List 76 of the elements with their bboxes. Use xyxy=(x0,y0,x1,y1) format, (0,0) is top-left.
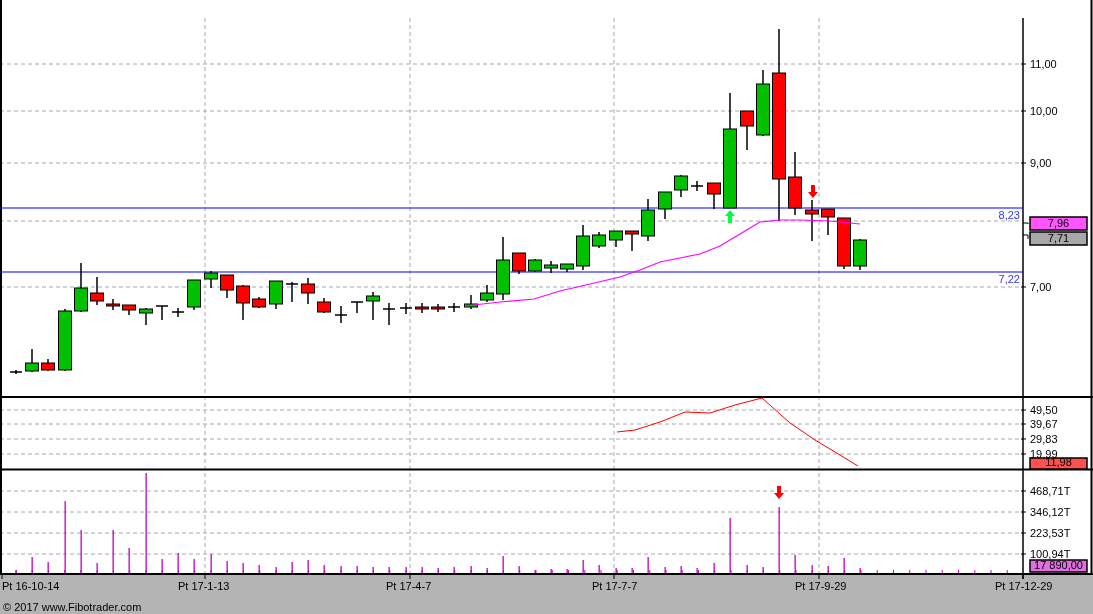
candlestick xyxy=(788,151,802,216)
candlestick xyxy=(707,182,721,210)
candlestick xyxy=(853,238,867,271)
candlestick xyxy=(366,291,380,321)
candlestick xyxy=(805,199,819,242)
candlestick xyxy=(252,296,266,309)
candlestick xyxy=(187,279,201,311)
candlestick xyxy=(301,277,315,305)
candlestick xyxy=(837,217,851,270)
date-label: Pt 17-9-29 xyxy=(795,580,847,592)
candlestick xyxy=(480,284,494,303)
candlestick xyxy=(269,280,283,310)
candlestick xyxy=(464,294,478,310)
candlestick xyxy=(382,302,396,326)
candlestick xyxy=(399,302,413,315)
down-arrow-icon xyxy=(774,486,784,499)
candlestick xyxy=(155,305,169,321)
up-arrow-icon xyxy=(725,210,735,223)
candlestick xyxy=(658,191,672,220)
axis-label: 29,83 xyxy=(1030,433,1058,445)
value-tag: 7,71 xyxy=(1029,231,1088,246)
candlestick xyxy=(285,281,299,303)
candlestick xyxy=(674,174,688,198)
date-label: Pt 16-10-14 xyxy=(2,580,60,592)
candlestick xyxy=(139,307,153,326)
candlestick xyxy=(592,231,606,249)
candlestick xyxy=(122,304,136,316)
candlestick xyxy=(90,276,104,306)
value-tag: 7,96 xyxy=(1029,216,1088,231)
candlestick xyxy=(496,236,510,301)
candlestick xyxy=(447,302,461,313)
candlestick xyxy=(41,358,55,372)
axis-label: 223,53T xyxy=(1030,527,1071,539)
axis-label: 7,00 xyxy=(1030,281,1052,293)
candlestick xyxy=(171,307,185,318)
axis-label: 49,50 xyxy=(1030,404,1058,416)
candlestick xyxy=(609,230,623,248)
axis-label: 10,00 xyxy=(1030,105,1058,117)
axis-label: 468,71T xyxy=(1030,485,1071,497)
axis-label: 346,12T xyxy=(1030,506,1071,518)
axis-label: 9,00 xyxy=(1030,157,1052,169)
candlestick xyxy=(415,302,429,314)
candlestick xyxy=(317,297,331,314)
candlestick xyxy=(690,180,704,192)
candlestick xyxy=(25,348,39,373)
axis-label: 11,00 xyxy=(1030,58,1057,70)
candlestick xyxy=(236,284,250,321)
value-tag: 17 890,00 xyxy=(1029,559,1088,573)
candlestick xyxy=(9,369,23,375)
candlestick xyxy=(204,270,218,289)
candlestick xyxy=(625,230,639,252)
axis-label: 100,94T xyxy=(1030,548,1071,560)
candlestick xyxy=(821,208,835,236)
date-label: Pt 17-12-29 xyxy=(995,580,1053,592)
candlestick xyxy=(74,262,88,313)
date-label: Pt 17-7-7 xyxy=(592,580,638,592)
candlestick xyxy=(220,274,234,299)
candlestick xyxy=(641,198,655,242)
candlestick xyxy=(560,263,574,273)
level-label: 8,23 xyxy=(998,209,1020,221)
candlestick xyxy=(544,260,558,274)
candlestick xyxy=(58,308,72,372)
candlestick xyxy=(334,305,348,324)
candlestick xyxy=(512,252,526,275)
level-label: 7,22 xyxy=(998,273,1020,285)
candlestick xyxy=(106,298,120,311)
candlestick xyxy=(756,69,770,137)
axis-label: 39,67 xyxy=(1030,418,1058,430)
candlestick xyxy=(350,301,364,314)
copyright-text: © 2017 www.Fibotrader.com xyxy=(3,601,142,613)
candlestick xyxy=(528,258,542,273)
date-label: Pt 17-4-7 xyxy=(386,580,432,592)
candlestick xyxy=(576,224,590,271)
candlestick xyxy=(740,110,754,151)
date-label: Pt 17-1-13 xyxy=(178,580,230,592)
down-arrow-icon xyxy=(808,185,818,198)
